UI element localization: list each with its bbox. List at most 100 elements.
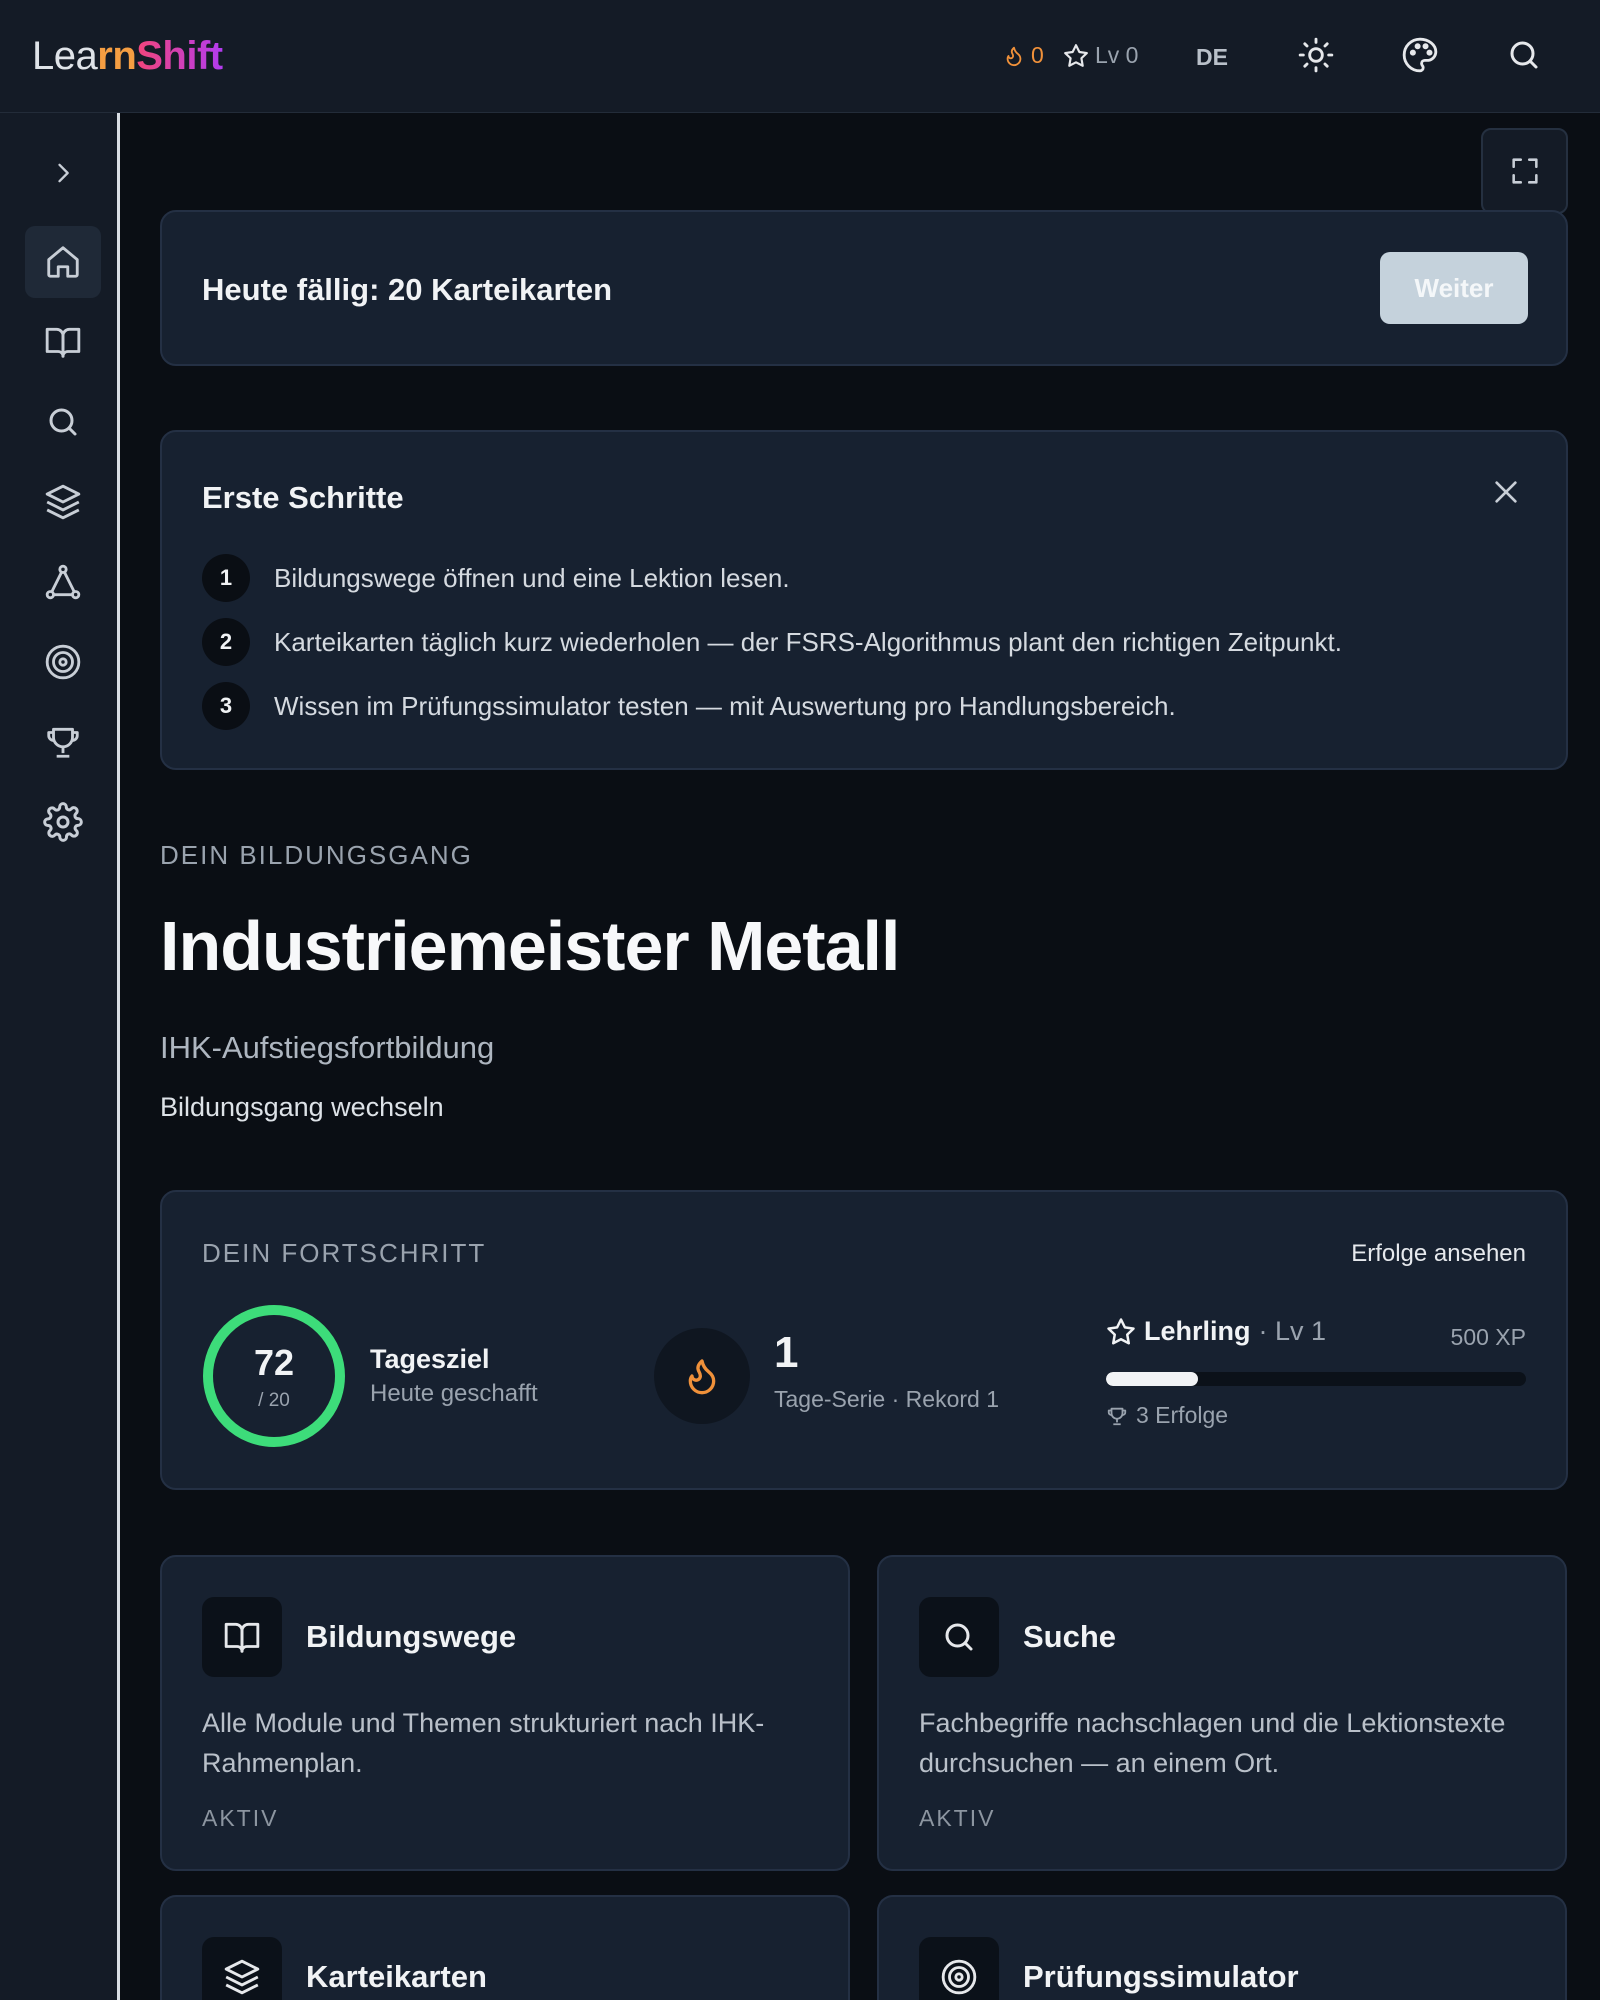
- logo[interactable]: LearnShift: [32, 34, 223, 79]
- theme-toggle-button[interactable]: [1294, 33, 1338, 77]
- feature-description: Alle Module und Themen strukturiert nach…: [202, 1708, 765, 1778]
- fullscreen-icon: [1511, 158, 1538, 184]
- feature-icon-box: [202, 1597, 282, 1677]
- language-button[interactable]: DE: [1190, 38, 1234, 76]
- streak-count: 0: [1031, 42, 1044, 68]
- continue-button[interactable]: Weiter: [1380, 252, 1528, 324]
- due-cards-banner: Heute fällig: 20 Karteikarten Weiter: [160, 210, 1568, 366]
- search-icon: [49, 408, 77, 436]
- streak-chip[interactable]: 0: [1003, 42, 1044, 69]
- top-bar: LearnShift 0 Lv 0 DE: [0, 0, 1600, 113]
- close-icon: [1495, 481, 1517, 503]
- step-item: 3 Wissen im Prüfungssimulator testen — m…: [202, 682, 1176, 730]
- sidebar-expand-button[interactable]: [25, 137, 101, 209]
- daily-goal-title: Tagesziel: [370, 1344, 490, 1374]
- target-icon: [45, 644, 81, 680]
- gear-icon: [43, 802, 83, 842]
- feature-icon-box: [919, 1937, 999, 2000]
- level-text: Lv 0: [1095, 42, 1139, 68]
- sidebar: [0, 113, 120, 2000]
- flame-icon: [688, 1359, 716, 1395]
- rank-row: Lehrling · Lv 1: [1106, 1316, 1326, 1347]
- streak-badge: [654, 1328, 750, 1424]
- daily-goal-status: Heute geschafft: [370, 1380, 538, 1407]
- ring-value: 72: [253, 1342, 295, 1383]
- sidebar-item-pruefungssimulator[interactable]: [25, 626, 101, 698]
- achievements-text: 3 Erfolge: [1136, 1402, 1229, 1428]
- xp-progress-bar: [1106, 1372, 1526, 1386]
- page-title: Industriemeister Metall: [160, 907, 900, 985]
- feature-title: Suche: [1023, 1619, 1117, 1654]
- search-button[interactable]: [1502, 33, 1546, 77]
- palette-icon: [1402, 37, 1438, 73]
- feature-title: Karteikarten: [306, 1959, 487, 1994]
- search-icon: [945, 1623, 973, 1651]
- level-chip[interactable]: Lv 0: [1063, 42, 1138, 69]
- fullscreen-button[interactable]: [1481, 128, 1568, 214]
- step-text: Bildungswege öffnen und eine Lektion les…: [274, 562, 790, 593]
- search-icon: [1510, 41, 1538, 69]
- logo-text-lea: Lea: [32, 34, 98, 78]
- sidebar-item-karteikarten[interactable]: [25, 466, 101, 538]
- feature-icon-box: [202, 1937, 282, 2000]
- rank-level: · Lv 1: [1258, 1316, 1327, 1346]
- graph-icon: [45, 564, 81, 600]
- feature-status: AKTIV: [919, 1805, 996, 1831]
- chevron-right-icon: [58, 163, 69, 183]
- sun-icon: [1298, 37, 1334, 73]
- star-icon: [1107, 1317, 1135, 1344]
- book-open-icon: [45, 327, 81, 358]
- trophy-icon: [47, 727, 79, 758]
- achievements-count: 3 Erfolge: [1106, 1402, 1228, 1429]
- feature-title: Bildungswege: [306, 1619, 517, 1654]
- sidebar-item-einstellungen[interactable]: [25, 786, 101, 858]
- target-icon: [941, 1959, 977, 1995]
- view-achievements-link[interactable]: Erfolge ansehen: [1351, 1240, 1526, 1268]
- layers-icon: [224, 1959, 260, 1995]
- step-number: 3: [202, 682, 250, 730]
- step-text: Wissen im Prüfungssimulator testen — mit…: [274, 690, 1176, 721]
- book-open-icon: [224, 1622, 260, 1653]
- step-number: 1: [202, 554, 250, 602]
- feature-description: Fachbegriffe nachschlagen und die Lektio…: [919, 1708, 1506, 1778]
- course-label: DEIN BILDUNGSGANG: [160, 840, 473, 870]
- step-item: 2 Karteikarten täglich kurz wiederholen …: [202, 618, 1342, 666]
- due-text: Heute fällig: 20 Karteikarten: [202, 272, 613, 307]
- logo-text-shift: Shift: [136, 34, 223, 78]
- layers-icon: [45, 484, 81, 520]
- close-button[interactable]: [1482, 468, 1530, 516]
- sidebar-item-mindmap[interactable]: [25, 546, 101, 618]
- streak-value: 1: [774, 1328, 799, 1377]
- feature-card-pruefungssimulator[interactable]: Prüfungssimulator: [877, 1895, 1567, 2000]
- progress-card: DEIN FORTSCHRITT Erfolge ansehen 72 / 20…: [160, 1190, 1568, 1490]
- feature-card-suche[interactable]: Suche Fachbegriffe nachschlagen und die …: [877, 1555, 1567, 1871]
- step-item: 1 Bildungswege öffnen und eine Lektion l…: [202, 554, 790, 602]
- streak-caption: Tage-Serie · Rekord 1: [774, 1386, 999, 1412]
- step-text: Karteikarten täglich kurz wiederholen — …: [274, 626, 1342, 657]
- sidebar-item-erfolge[interactable]: [25, 706, 101, 778]
- palette-button[interactable]: [1398, 33, 1442, 77]
- sidebar-item-bildungswege[interactable]: [25, 306, 101, 378]
- sidebar-item-suche[interactable]: [25, 386, 101, 458]
- sidebar-item-home[interactable]: [25, 226, 101, 298]
- xp-value: 500 XP: [1450, 1324, 1526, 1350]
- logo-text-rn: rn: [97, 34, 137, 78]
- rank-name: Lehrling: [1144, 1316, 1251, 1346]
- getting-started-card: Erste Schritte 1 Bildungswege öffnen und…: [160, 430, 1568, 770]
- course-subtitle: IHK-Aufstiegsfortbildung: [160, 1030, 495, 1065]
- star-icon: [1064, 43, 1088, 67]
- ring-target: / 20: [258, 1390, 290, 1411]
- feature-card-bildungswege[interactable]: Bildungswege Alle Module und Themen stru…: [160, 1555, 850, 1871]
- step-number: 2: [202, 618, 250, 666]
- feature-icon-box: [919, 1597, 999, 1677]
- flame-icon: [1006, 46, 1022, 66]
- home-icon: [47, 246, 79, 278]
- switch-course-link[interactable]: Bildungsgang wechseln: [160, 1092, 444, 1123]
- daily-goal-ring: 72 / 20: [202, 1304, 346, 1448]
- trophy-icon: [1107, 1407, 1127, 1425]
- feature-status: AKTIV: [202, 1805, 279, 1831]
- xp-progress-fill: [1106, 1372, 1199, 1386]
- getting-started-title: Erste Schritte: [202, 480, 404, 515]
- feature-card-karteikarten[interactable]: Karteikarten: [160, 1895, 850, 2000]
- progress-label: DEIN FORTSCHRITT: [202, 1238, 487, 1268]
